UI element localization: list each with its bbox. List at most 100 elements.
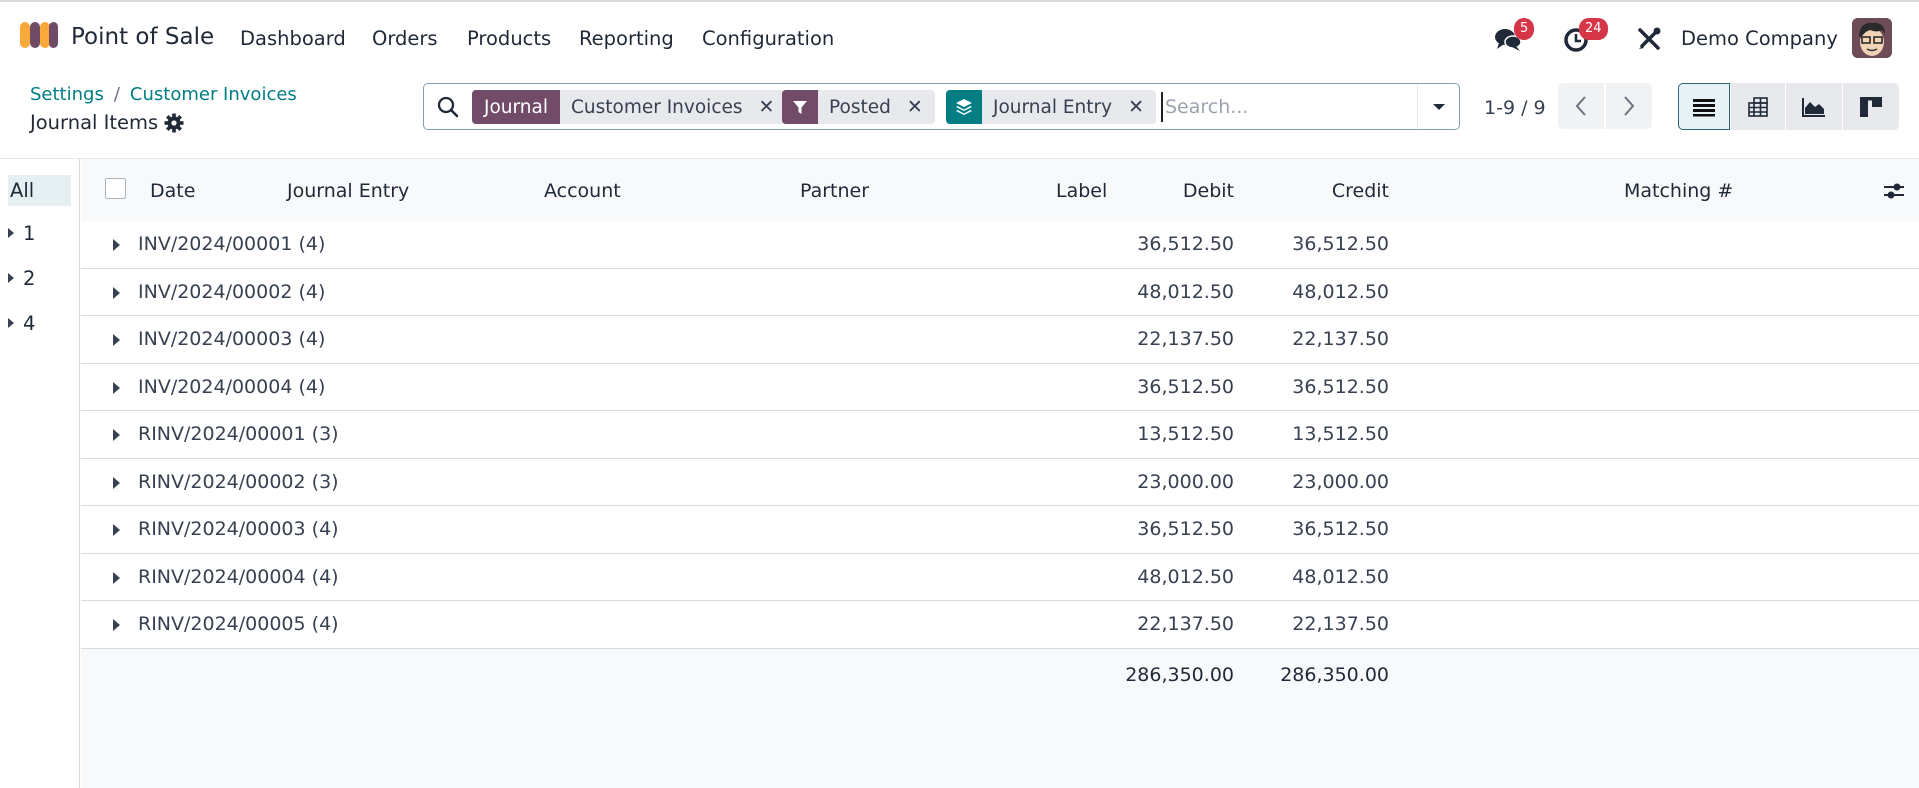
search-bar: Journal Customer Invoices ✕ Posted ✕ Jou… — [423, 83, 1460, 130]
column-journal-entry[interactable]: Journal Entry — [287, 180, 409, 202]
chevron-right-icon — [1624, 96, 1635, 116]
view-pivot-button[interactable] — [1731, 83, 1785, 130]
menu-dashboard[interactable]: Dashboard — [240, 27, 346, 50]
group-row[interactable]: RINV/2024/00003 (4) 36,512.50 36,512.50 — [81, 506, 1919, 554]
group-row[interactable]: INV/2024/00001 (4) 36,512.50 36,512.50 — [81, 221, 1919, 269]
caret-right-icon — [113, 571, 120, 584]
group-credit: 48,012.50 — [1292, 280, 1389, 303]
menu-products[interactable]: Products — [467, 27, 551, 50]
group-name: RINV/2024/00005 (4) — [138, 613, 339, 635]
group-name: INV/2024/00004 (4) — [138, 375, 326, 398]
caret-right-icon — [113, 286, 120, 299]
total-credit: 286,350.00 — [1280, 664, 1389, 686]
group-credit: 22,137.50 — [1292, 613, 1389, 635]
search-icon[interactable] — [437, 96, 459, 118]
facet-journal: Journal Customer Invoices ✕ — [472, 90, 787, 124]
side-item-2[interactable]: 2 — [8, 267, 35, 290]
layers-icon — [946, 90, 982, 124]
group-row[interactable]: INV/2024/00003 (4) 22,137.50 22,137.50 — [81, 316, 1919, 364]
gear-icon[interactable] — [164, 113, 184, 133]
caret-right-icon — [113, 239, 120, 251]
caret-right-icon — [113, 619, 120, 631]
search-input[interactable] — [1161, 92, 1416, 122]
group-name: RINV/2024/00003 (4) — [138, 518, 339, 540]
group-credit: 22,137.50 — [1292, 328, 1389, 350]
column-partner[interactable]: Partner — [800, 180, 869, 202]
menu-configuration[interactable]: Configuration — [702, 27, 834, 50]
page-title: Journal Items — [30, 111, 159, 134]
column-account[interactable]: Account — [544, 180, 621, 202]
group-debit: 48,012.50 — [1137, 565, 1234, 588]
caret-right-icon — [113, 334, 120, 346]
menu-orders[interactable]: Orders — [372, 27, 438, 50]
view-kanban-button[interactable] — [1843, 83, 1899, 130]
side-item-label: All — [10, 179, 35, 202]
breadcrumb-separator: / — [113, 84, 120, 105]
caret-down-icon — [1432, 103, 1445, 110]
total-debit: 286,350.00 — [1125, 664, 1234, 686]
column-matching-number[interactable]: Matching # — [1624, 180, 1733, 202]
pager-value[interactable]: 1-9 / 9 — [1484, 97, 1546, 119]
pager-next-button[interactable] — [1606, 83, 1652, 129]
facet-journal-value: Customer Invoices — [570, 96, 743, 118]
facet-journal-tag: Journal — [472, 90, 560, 124]
list-view: Date Journal Entry Account Partner Label… — [81, 159, 1919, 788]
group-debit: 22,137.50 — [1137, 613, 1234, 635]
caret-right-icon — [113, 524, 120, 536]
view-graph-button[interactable] — [1786, 83, 1842, 130]
list-icon — [1693, 98, 1715, 116]
table-footer: 286,350.00 286,350.00 — [81, 650, 1919, 700]
side-item-label: 4 — [23, 312, 36, 335]
group-name: INV/2024/00001 (4) — [138, 233, 326, 255]
facet-posted: Posted ✕ — [782, 90, 935, 124]
breadcrumb: Settings / Customer Invoices — [30, 84, 297, 105]
app-name[interactable]: Point of Sale — [71, 24, 214, 50]
caret-right-icon[interactable] — [8, 227, 14, 238]
group-credit: 36,512.50 — [1292, 518, 1389, 540]
facet-posted-remove[interactable]: ✕ — [901, 90, 935, 124]
side-item-all[interactable]: All — [8, 175, 71, 206]
group-debit: 36,512.50 — [1137, 518, 1234, 540]
facet-posted-value: Posted — [829, 96, 891, 118]
group-row[interactable]: RINV/2024/00001 (3) 13,512.50 13,512.50 — [81, 411, 1919, 459]
group-row[interactable]: INV/2024/00002 (4) 48,012.50 48,012.50 — [81, 268, 1919, 316]
breadcrumb-customer-invoices[interactable]: Customer Invoices — [130, 84, 297, 105]
pos-logo-icon[interactable] — [19, 20, 59, 50]
side-item-1[interactable]: 1 — [8, 222, 35, 245]
breadcrumb-settings[interactable]: Settings — [30, 84, 104, 105]
column-credit[interactable]: Credit — [1289, 180, 1389, 202]
group-name: RINV/2024/00001 (3) — [138, 423, 339, 445]
group-credit: 36,512.50 — [1292, 375, 1389, 398]
facet-groupby-journal-entry: Journal Entry ✕ — [946, 90, 1157, 124]
activities-badge: 24 — [1579, 18, 1608, 40]
chevron-left-icon — [1575, 96, 1586, 116]
messages-badge: 5 — [1514, 18, 1535, 40]
optional-columns-toggle-icon[interactable] — [1882, 180, 1906, 202]
column-date[interactable]: Date — [150, 180, 195, 202]
column-label[interactable]: Label — [1056, 180, 1107, 202]
search-options-toggle[interactable] — [1417, 84, 1459, 129]
company-switcher[interactable]: Demo Company — [1681, 27, 1838, 50]
group-row[interactable]: RINV/2024/00005 (4) 22,137.50 22,137.50 — [81, 601, 1919, 649]
group-credit: 48,012.50 — [1292, 565, 1389, 588]
caret-right-icon — [113, 381, 120, 394]
search-panel: All 1 2 4 — [0, 159, 80, 788]
user-avatar[interactable] — [1852, 18, 1892, 58]
facet-groupby-remove[interactable]: ✕ — [1122, 90, 1156, 124]
top-navbar: Point of Sale Dashboard Orders Products … — [0, 0, 1919, 75]
pager-previous-button[interactable] — [1558, 83, 1604, 129]
table-header: Date Journal Entry Account Partner Label… — [81, 159, 1919, 221]
tools-icon[interactable] — [1634, 24, 1664, 54]
column-debit[interactable]: Debit — [1134, 180, 1234, 202]
group-row[interactable]: RINV/2024/00002 (3) 23,000.00 23,000.00 — [81, 458, 1919, 506]
caret-right-icon[interactable] — [8, 272, 14, 283]
side-item-4[interactable]: 4 — [8, 312, 35, 335]
kanban-icon — [1860, 96, 1882, 117]
view-list-button[interactable] — [1678, 83, 1730, 130]
group-row[interactable]: INV/2024/00004 (4) 36,512.50 36,512.50 — [81, 363, 1919, 411]
menu-reporting[interactable]: Reporting — [579, 27, 674, 50]
select-all-checkbox[interactable] — [105, 178, 126, 199]
group-row[interactable]: RINV/2024/00004 (4) 48,012.50 48,012.50 — [81, 553, 1919, 601]
area-chart-icon — [1802, 97, 1825, 117]
caret-right-icon[interactable] — [8, 317, 14, 328]
